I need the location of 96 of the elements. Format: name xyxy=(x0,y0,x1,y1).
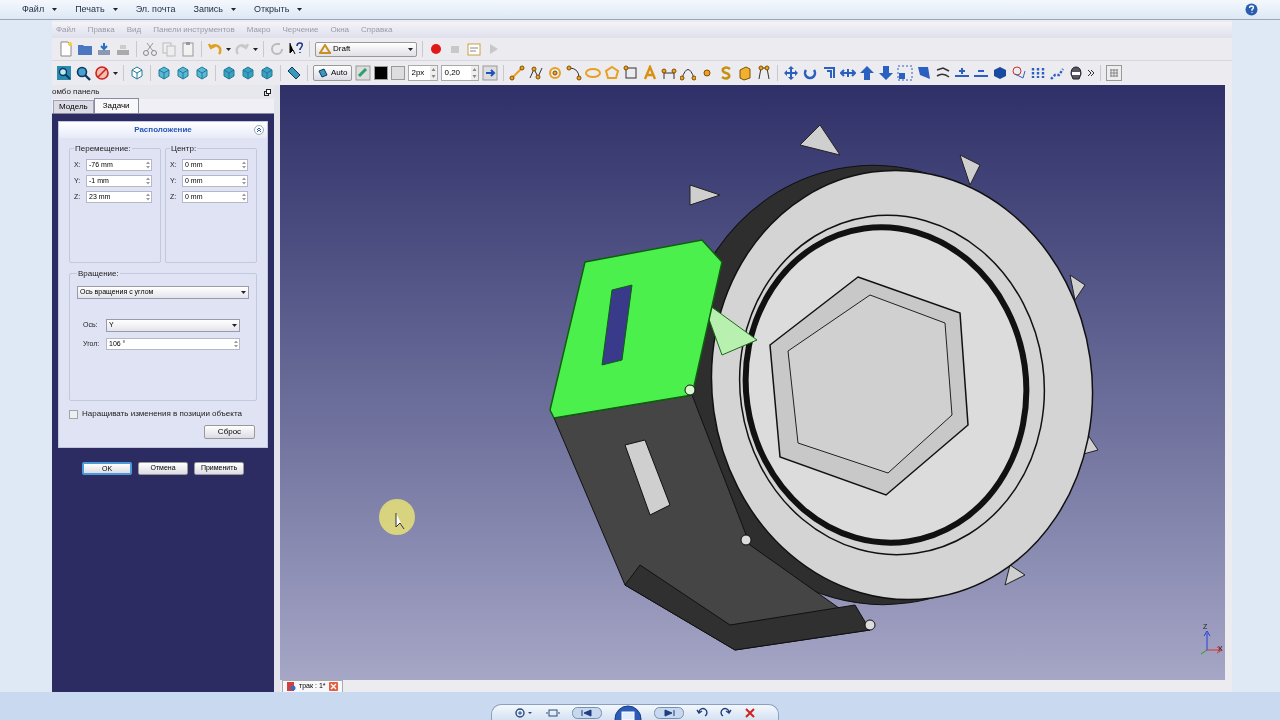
group-title: Центр: xyxy=(170,143,198,155)
face-color-swatch[interactable] xyxy=(391,66,406,80)
edit-icon[interactable] xyxy=(916,65,933,81)
task-title: Расположение xyxy=(134,124,192,136)
view-bottom-icon[interactable] xyxy=(240,65,256,81)
view-axonometric-icon[interactable] xyxy=(129,65,145,81)
caret-icon[interactable] xyxy=(226,47,231,51)
bezier-curve-icon[interactable] xyxy=(756,65,773,81)
font-size-field[interactable]: 0,20 xyxy=(441,65,480,81)
spinner-icon[interactable] xyxy=(145,176,151,186)
scissors-icon[interactable] xyxy=(142,41,158,57)
line-icon[interactable] xyxy=(509,65,526,81)
axis-triad-icon xyxy=(1200,630,1223,655)
undock-icon[interactable] xyxy=(264,88,271,96)
arc-icon[interactable] xyxy=(566,65,583,81)
reset-button[interactable]: Сброс xyxy=(204,425,255,439)
spinner-icon[interactable] xyxy=(430,66,438,80)
circle-icon[interactable] xyxy=(547,65,564,81)
view-top-icon[interactable] xyxy=(175,65,191,81)
view-left-icon[interactable] xyxy=(259,65,275,81)
dimension-icon[interactable] xyxy=(661,65,678,81)
caret-icon[interactable] xyxy=(52,8,58,11)
document-icon xyxy=(287,682,296,691)
group-title: Перемещение: xyxy=(74,143,132,155)
whats-this-icon[interactable] xyxy=(288,41,304,57)
spinner-icon[interactable] xyxy=(241,176,247,186)
help-icon[interactable] xyxy=(1245,3,1258,16)
overflow-icon[interactable] xyxy=(1087,69,1096,77)
grid-icon[interactable] xyxy=(1106,65,1123,81)
delete-icon[interactable] xyxy=(744,706,756,719)
offset-icon[interactable] xyxy=(821,65,838,81)
menu-button[interactable]: Запись xyxy=(189,0,240,19)
apply-style-icon[interactable] xyxy=(482,65,499,81)
menu-button[interactable]: Файл xyxy=(18,0,62,19)
zoom-icon[interactable] xyxy=(75,65,91,81)
spinner-icon[interactable] xyxy=(241,192,247,202)
spinner-icon[interactable] xyxy=(145,192,151,202)
checkbox-label: Наращивать изменения в позиции объекта xyxy=(82,408,242,420)
spinner-icon[interactable] xyxy=(145,160,151,170)
caret-icon[interactable] xyxy=(113,71,118,75)
caret-icon[interactable] xyxy=(253,47,258,51)
spinner-icon[interactable] xyxy=(233,339,239,349)
rotate-left-icon[interactable] xyxy=(696,706,708,719)
view-front-icon[interactable] xyxy=(156,65,172,81)
menu-button[interactable]: Открыть xyxy=(250,0,307,19)
facebinder-icon[interactable] xyxy=(737,65,754,81)
clipboard-icon[interactable] xyxy=(180,41,196,57)
compass-icon xyxy=(319,44,331,54)
move-icon[interactable] xyxy=(783,65,800,81)
panel-tab[interactable]: Модель xyxy=(53,100,94,113)
checkbox[interactable] xyxy=(69,409,78,419)
workbench-dropdown[interactable]: Draft xyxy=(315,41,417,57)
caret-icon[interactable] xyxy=(231,8,236,11)
caret-icon[interactable] xyxy=(241,291,246,294)
spinner-icon[interactable] xyxy=(241,160,247,170)
clone-icon[interactable] xyxy=(1068,65,1085,81)
fit-window-icon[interactable] xyxy=(546,707,560,718)
array-icon[interactable] xyxy=(1030,65,1047,81)
view-rear-icon[interactable] xyxy=(221,65,237,81)
caret-icon[interactable] xyxy=(408,47,413,51)
measure-icon[interactable] xyxy=(286,65,302,81)
close-icon[interactable] xyxy=(328,682,338,691)
wire-to-bspline-icon[interactable] xyxy=(935,65,952,81)
line-width-field[interactable]: 2px xyxy=(408,65,439,81)
draft-to-sketch-icon[interactable] xyxy=(1011,65,1028,81)
line-color-swatch[interactable] xyxy=(374,66,389,80)
shape-to-sketch-icon[interactable] xyxy=(992,65,1009,81)
upgrade-icon[interactable] xyxy=(859,65,876,81)
cursor-highlight xyxy=(379,499,415,535)
snap-mode-button[interactable]: Auto xyxy=(313,65,353,81)
caret-icon[interactable] xyxy=(112,8,118,11)
save-icon[interactable] xyxy=(96,41,112,57)
zoom-fit-icon[interactable] xyxy=(56,65,72,81)
caret-icon[interactable] xyxy=(232,324,237,327)
workbench-name: Draft xyxy=(333,43,351,55)
record-macro-icon[interactable] xyxy=(428,41,444,57)
view-right-icon[interactable] xyxy=(194,65,210,81)
rectangle-icon[interactable] xyxy=(623,65,640,81)
working-plane-icon xyxy=(318,68,328,78)
zoom-icon[interactable] xyxy=(514,707,534,718)
menu-button[interactable]: Эл. почта xyxy=(131,0,180,19)
panel-title: омбо панель xyxy=(52,86,100,98)
group-title: Вращение: xyxy=(77,268,120,280)
spinner-icon[interactable] xyxy=(471,66,479,80)
menu-button[interactable]: Печать xyxy=(71,0,122,19)
wire-icon[interactable] xyxy=(528,65,545,81)
slideshow-icon[interactable] xyxy=(614,704,642,720)
previous-icon[interactable] xyxy=(572,706,602,719)
draw-style-icon[interactable] xyxy=(94,65,110,81)
caret-icon[interactable] xyxy=(297,8,303,11)
next-icon[interactable] xyxy=(654,706,684,719)
rotate-right-icon[interactable] xyxy=(720,706,732,719)
panel-tab[interactable]: Задачи xyxy=(93,98,139,113)
scale-icon[interactable] xyxy=(897,65,914,81)
collapse-icon[interactable] xyxy=(254,125,264,135)
downgrade-icon[interactable] xyxy=(878,65,895,81)
